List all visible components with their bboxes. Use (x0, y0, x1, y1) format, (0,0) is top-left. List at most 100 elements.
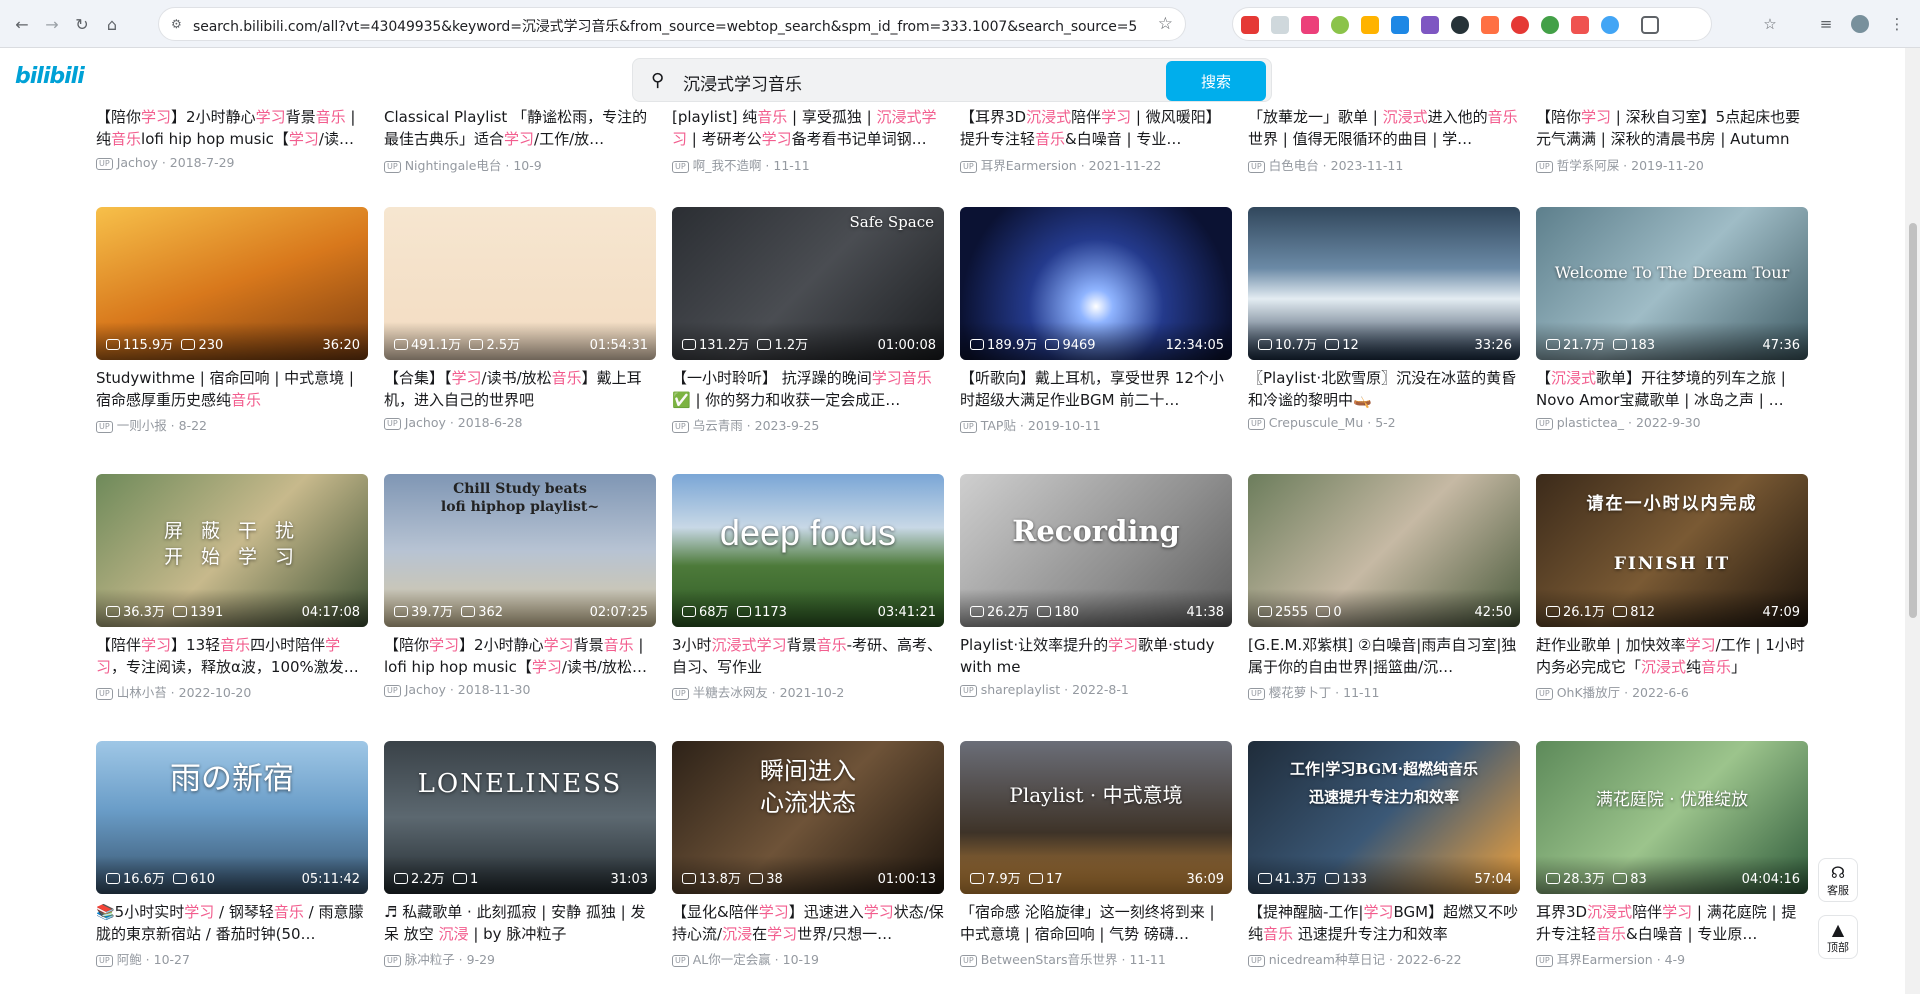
scrollbar[interactable] (1905, 48, 1920, 994)
video-title[interactable]: 「宿命感 沦陷旋律」这一刻终将到来 | 中式意境 | 宿命回响 | 气势 磅礴… (960, 901, 1232, 945)
video-card[interactable]: 491.1万 2.5万 01:54:31 【合集】【学习/读书/放松音乐】戴上耳… (384, 207, 656, 437)
video-title[interactable]: 【陪伴学习】13轻音乐四小时陪伴学习，专注阅读，释放α波，100%激发… (96, 634, 368, 678)
video-card[interactable]: 请在一小时以内完成 FINISH IT 26.1万 812 47:09 赶作业歌… (1536, 474, 1808, 704)
extension-icon[interactable] (1421, 16, 1439, 34)
video-title[interactable]: 「放華龙一」歌单 | 沉浸式进入他的音乐世界 | 值得无限循环的曲目 | 学… (1248, 106, 1520, 150)
bookmark-star-icon[interactable]: ☆ (1158, 14, 1173, 34)
video-thumbnail[interactable]: Chill Study beats lofi hiphop playlist~ … (384, 474, 656, 627)
video-title[interactable]: Studywithme | 宿命回响 | 中式意境 | 宿命感厚重历史感纯音乐 (96, 367, 368, 411)
extension-icon[interactable] (1571, 16, 1589, 34)
video-title[interactable]: 赶作业歌单 | 加快效率学习/工作 | 1小时内务必完成它「沉浸式纯音乐」 (1536, 634, 1808, 678)
extension-icon[interactable] (1301, 16, 1319, 34)
video-card[interactable]: 屏 蔽 干 扰 开 始 学 习 36.3万 1391 04:17:08 【陪伴学… (96, 474, 368, 704)
uploader-name[interactable]: 阿鲍 (117, 952, 142, 967)
back-icon[interactable]: ← (10, 12, 34, 36)
uploader-name[interactable]: 山林小苔 (117, 685, 167, 700)
video-title[interactable]: Classical Playlist 「静谧松雨，专注的最佳古典乐」适合学习/工… (384, 106, 656, 150)
video-card[interactable]: 「放華龙一」歌单 | 沉浸式进入他的音乐世界 | 值得无限循环的曲目 | 学… … (1248, 106, 1520, 176)
extension-icon[interactable] (1451, 16, 1469, 34)
extension-icon[interactable] (1481, 16, 1499, 34)
uploader-name[interactable]: Crepuscule_Mu (1269, 415, 1364, 430)
video-title[interactable]: 【陪你学习】2小时静心学习背景音乐 | lofi hip hop music【学… (384, 634, 656, 678)
video-thumbnail[interactable]: 雨の新宿 16.6万 610 05:11:42 (96, 741, 368, 894)
video-title[interactable]: 【沉浸式歌单】开往梦境的列车之旅 | Novo Amor宝藏歌单 | 冰岛之声 … (1536, 367, 1808, 411)
uploader-name[interactable]: 脉冲粒子 (405, 952, 455, 967)
video-card[interactable]: 工作|学习BGM·超燃纯音乐 迅速提升专注力和效率 41.3万 133 57:0… (1248, 741, 1520, 971)
uploader-name[interactable]: 半糖去冰网友 (693, 685, 768, 700)
uploader-name[interactable]: Jachoy (405, 415, 446, 430)
video-card[interactable]: Playlist · 中式意境 7.9万 17 36:09 「宿命感 沦陷旋律」… (960, 741, 1232, 971)
video-title[interactable]: 【显化&陪伴学习】迅速进入学习状态/保持心流/沉浸在学习世界/只想一… (672, 901, 944, 945)
uploader-name[interactable]: 耳界Earmersion (981, 158, 1077, 173)
video-card[interactable]: Classical Playlist 「静谧松雨，专注的最佳古典乐」适合学习/工… (384, 106, 656, 176)
video-title[interactable]: Playlist·让效率提升的学习歌单·study with me (960, 634, 1232, 678)
video-thumbnail[interactable]: LONELINESS 2.2万 1 31:03 (384, 741, 656, 894)
extension-icon[interactable] (1361, 16, 1379, 34)
video-card[interactable]: [playlist] 纯音乐 | 享受孤独 | 沉浸式学习 | 考研考公学习备考… (672, 106, 944, 176)
uploader-name[interactable]: 一则小报 (117, 418, 167, 433)
scrollbar-thumb[interactable] (1909, 223, 1917, 618)
uploader-name[interactable]: AL你一定会赢 (693, 952, 771, 967)
extensions-puzzle-icon[interactable] (1641, 16, 1659, 34)
uploader-name[interactable]: 樱花萝卜丁 (1269, 685, 1332, 700)
uploader-name[interactable]: shareplaylist (981, 682, 1060, 697)
video-title[interactable]: 📚5小时实时学习 / 钢琴轻音乐 / 雨意朦胧的東京新宿站 / 番茄时钟(50… (96, 901, 368, 945)
video-thumbnail[interactable]: Recording 26.2万 180 41:38 (960, 474, 1232, 627)
forward-icon[interactable]: → (40, 12, 64, 36)
extension-icon[interactable] (1541, 16, 1559, 34)
video-title[interactable]: 〖Playlist·北欧雪原〗沉没在冰蓝的黄昏和冷谧的黎明中🛶 (1248, 367, 1520, 411)
video-thumbnail[interactable]: 2555 0 42:50 (1248, 474, 1520, 627)
uploader-name[interactable]: 白色电台 (1269, 158, 1319, 173)
video-card[interactable]: 2555 0 42:50 [G.E.M.邓紫棋] ②白噪音|雨声自习室|独属于你… (1248, 474, 1520, 704)
video-thumbnail[interactable]: 工作|学习BGM·超燃纯音乐 迅速提升专注力和效率 41.3万 133 57:0… (1248, 741, 1520, 894)
reading-list-icon[interactable]: ≡ (1814, 12, 1838, 36)
uploader-name[interactable]: plastictea_ (1557, 415, 1624, 430)
video-card[interactable]: deep focus 68万 1173 03:41:21 3小时沉浸式学习背景音… (672, 474, 944, 704)
video-card[interactable]: 【耳界3D沉浸式陪伴学习 | 微风暖阳】提升专注轻音乐&白噪音 | 专业… UP… (960, 106, 1232, 176)
video-title[interactable]: ♬ 私藏歌单 · 此刻孤寂 | 安静 孤独 | 发呆 放空 沉浸 | by 脉冲… (384, 901, 656, 945)
video-thumbnail[interactable]: Welcome To The Dream Tour 21.7万 183 47:3… (1536, 207, 1808, 360)
search-input[interactable]: 沉浸式学习音乐 (683, 70, 802, 95)
video-card[interactable]: 瞬间进入 心流状态 13.8万 38 01:00:13 【显化&陪伴学习】迅速进… (672, 741, 944, 971)
video-title[interactable]: [playlist] 纯音乐 | 享受孤独 | 沉浸式学习 | 考研考公学习备考… (672, 106, 944, 150)
video-thumbnail[interactable]: 请在一小时以内完成 FINISH IT 26.1万 812 47:09 (1536, 474, 1808, 627)
video-card[interactable]: 【陪你学习 | 深秋自习室】5点起床也要元气满满 | 深秋的清晨书房 | Aut… (1536, 106, 1808, 176)
uploader-name[interactable]: nicedream种草日记 (1269, 952, 1385, 967)
video-title[interactable]: 【提神醒脑-工作|学习BGM】超燃又不吵纯音乐 迅速提升专注力和效率 (1248, 901, 1520, 945)
video-title[interactable]: 【耳界3D沉浸式陪伴学习 | 微风暖阳】提升专注轻音乐&白噪音 | 专业… (960, 106, 1232, 150)
extension-icon[interactable] (1601, 16, 1619, 34)
profile-avatar[interactable] (1848, 12, 1872, 36)
uploader-name[interactable]: 啊_我不造啊 (693, 158, 762, 173)
uploader-name[interactable]: OhK播放厅 (1557, 685, 1620, 700)
uploader-name[interactable]: TAP贴 (981, 418, 1016, 433)
uploader-name[interactable]: Jachoy (405, 682, 446, 697)
video-thumbnail[interactable]: deep focus 68万 1173 03:41:21 (672, 474, 944, 627)
extension-icon[interactable] (1271, 16, 1289, 34)
video-thumbnail[interactable]: 491.1万 2.5万 01:54:31 (384, 207, 656, 360)
video-card[interactable]: 10.7万 12 33:26 〖Playlist·北欧雪原〗沉没在冰蓝的黄昏和冷… (1248, 207, 1520, 437)
bilibili-logo[interactable]: bilibili (15, 64, 85, 89)
video-thumbnail[interactable]: 115.9万 230 36:20 (96, 207, 368, 360)
video-title[interactable]: 【一小时聆听】 抗浮躁的晚间学习音乐✅ | 你的努力和收获一定会成正… (672, 367, 944, 411)
video-title[interactable]: 耳界3D沉浸式陪伴学习 | 满花庭院 | 提升专注轻音乐&白噪音 | 专业原… (1536, 901, 1808, 945)
extension-icon[interactable] (1331, 16, 1349, 34)
video-title[interactable]: 【陪你学习】2小时静心学习背景音乐 | 纯音乐lofi hip hop musi… (96, 106, 368, 150)
bookmarks-icon[interactable]: ☆ (1758, 12, 1782, 36)
uploader-name[interactable]: Jachoy (117, 155, 158, 170)
home-icon[interactable]: ⌂ (100, 12, 124, 36)
video-card[interactable]: LONELINESS 2.2万 1 31:03 ♬ 私藏歌单 · 此刻孤寂 | … (384, 741, 656, 971)
reload-icon[interactable]: ↻ (70, 12, 94, 36)
video-thumbnail[interactable]: 瞬间进入 心流状态 13.8万 38 01:00:13 (672, 741, 944, 894)
video-title[interactable]: 【陪你学习 | 深秋自习室】5点起床也要元气满满 | 深秋的清晨书房 | Aut… (1536, 106, 1808, 150)
video-thumbnail[interactable]: 屏 蔽 干 扰 开 始 学 习 36.3万 1391 04:17:08 (96, 474, 368, 627)
address-bar[interactable]: ⚙ search.bilibili.com/all?vt=43049935&ke… (158, 7, 1186, 41)
search-button[interactable]: 搜索 (1166, 61, 1266, 101)
uploader-name[interactable]: Nightingale电台 (405, 158, 502, 173)
uploader-name[interactable]: BetweenStars音乐世界 (981, 952, 1118, 967)
video-thumbnail[interactable]: Playlist · 中式意境 7.9万 17 36:09 (960, 741, 1232, 894)
video-title[interactable]: 3小时沉浸式学习背景音乐-考研、高考、自习、写作业 (672, 634, 944, 678)
back-to-top-button[interactable]: ▲ 顶部 (1818, 915, 1858, 959)
video-title[interactable]: [G.E.M.邓紫棋] ②白噪音|雨声自习室|独属于你的自由世界|摇篮曲/沉… (1248, 634, 1520, 678)
video-title[interactable]: 【合集】【学习/读书/放松音乐】戴上耳机，进入自己的世界吧 (384, 367, 656, 411)
site-info-icon[interactable]: ⚙ (171, 17, 187, 33)
